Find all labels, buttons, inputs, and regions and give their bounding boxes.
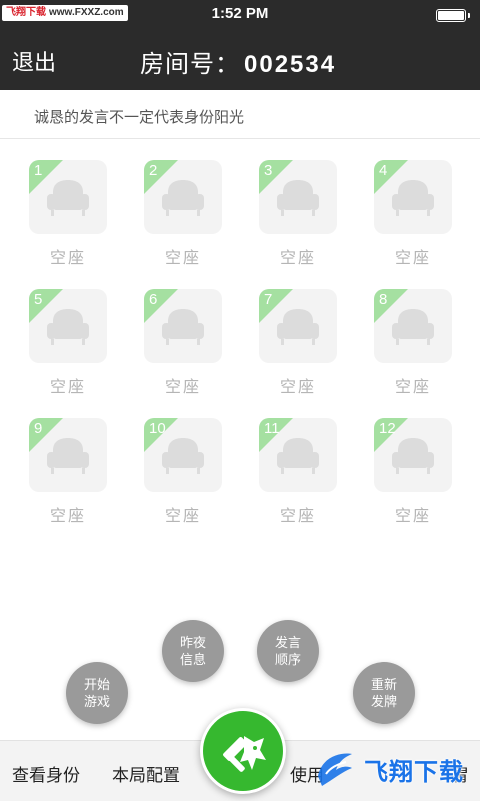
seat-1[interactable]: 1 空座 [28,160,108,268]
seat-card: 5 [29,289,107,363]
header: 退出 房间号： 002534 [0,30,480,90]
check-identity-button[interactable]: 查看身份 [12,761,80,786]
seat-card: 11 [259,418,337,492]
seat-status: 空座 [49,508,86,525]
seat-card: 2 [144,160,222,234]
speak-order-label: 发言顺序 [274,635,301,667]
seat-10[interactable]: 10 空座 [143,418,223,526]
seat-status: 空座 [279,250,316,267]
seat-9[interactable]: 9 空座 [28,418,108,526]
seat-card: 1 [29,160,107,234]
sofa-icon [275,436,321,481]
sofa-icon [160,178,206,223]
seat-status: 空座 [164,379,201,396]
seat-number: 4 [379,162,388,179]
seat-7[interactable]: 7 空座 [258,289,338,397]
seat-number: 10 [149,420,166,437]
seat-number: 5 [34,291,43,308]
seat-status: 空座 [394,379,431,396]
room-number: 002534 [244,51,337,78]
use-button[interactable]: 使用 [290,761,324,786]
seat-6[interactable]: 6 空座 [143,289,223,397]
seat-number: 12 [379,420,396,437]
sofa-icon [160,436,206,481]
last-night-info-label: 昨夜信息 [179,635,206,667]
room-title: 房间号： 002534 [140,44,336,79]
speak-order-button[interactable]: 发言顺序 [257,620,319,682]
seat-12[interactable]: 12 空座 [373,418,453,526]
seat-number: 9 [34,420,43,437]
sofa-icon [160,307,206,352]
room-label: 房间号： [140,51,240,78]
sofa-icon [390,436,436,481]
seat-card: 6 [144,289,222,363]
redeal-button[interactable]: 重新发牌 [353,662,415,724]
redeal-label: 重新发牌 [370,677,397,709]
seat-5[interactable]: 5 空座 [28,289,108,397]
seat-status: 空座 [49,379,86,396]
sofa-icon [275,178,321,223]
seat-card: 7 [259,289,337,363]
sofa-icon [45,178,91,223]
sofa-icon [390,307,436,352]
status-time: 1:52 PM [211,5,269,22]
sofa-icon [45,307,91,352]
seat-number: 1 [34,162,43,179]
seat-number: 11 [264,420,280,437]
seat-number: 6 [149,291,158,308]
game-config-button[interactable]: 本局配置 [112,761,180,786]
seat-8[interactable]: 8 空座 [373,289,453,397]
sofa-icon [275,307,321,352]
seat-status: 空座 [279,508,316,525]
seat-card: 10 [144,418,222,492]
seat-number: 3 [264,162,273,179]
seat-status: 空座 [164,508,201,525]
battery-fill [438,11,464,20]
seat-card: 4 [374,160,452,234]
wolf-hammer-icon [223,736,266,772]
seat-4[interactable]: 4 空座 [373,160,453,268]
seat-card: 12 [374,418,452,492]
sofa-icon [390,178,436,223]
seat-status: 空座 [394,250,431,267]
seat-number: 7 [264,291,273,308]
seat-status: 空座 [49,250,86,267]
seat-number: 2 [149,162,158,179]
seat-status: 空座 [394,508,431,525]
seat-card: 3 [259,160,337,234]
center-action-button[interactable] [200,708,286,794]
seat-3[interactable]: 3 空座 [258,160,338,268]
start-game-label: 开始游戏 [83,677,110,709]
seat-card: 8 [374,289,452,363]
partial-tail-text: 胃 [452,766,469,785]
seat-2[interactable]: 2 空座 [143,160,223,268]
seat-card: 9 [29,418,107,492]
seat-number: 8 [379,291,388,308]
status-bar: 飞翔下载 www.FXXZ.com 1:52 PM [0,0,480,30]
seat-status: 空座 [279,379,316,396]
seat-11[interactable]: 11 空座 [258,418,338,526]
start-game-button[interactable]: 开始游戏 [66,662,128,724]
exit-button[interactable]: 退出 [12,45,56,77]
seat-status: 空座 [164,250,201,267]
last-night-info-button[interactable]: 昨夜信息 [162,620,224,682]
battery-icon [436,9,470,22]
notice-banner: 诚恳的发言不一定代表身份阳光 [0,90,480,139]
notice-text: 诚恳的发言不一定代表身份阳光 [34,109,245,126]
sofa-icon [45,436,91,481]
